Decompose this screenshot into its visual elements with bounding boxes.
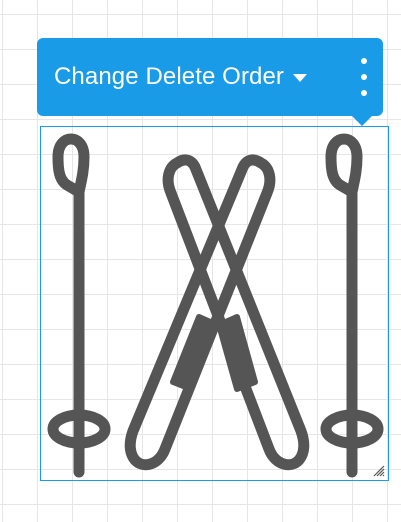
ski-right-icon [162, 154, 310, 471]
element-toolbar: Change Delete Order [37, 38, 383, 126]
binding-right-icon [216, 314, 258, 392]
change-delete-order-menu[interactable]: Change Delete Order [54, 63, 284, 91]
toolbar-pointer [352, 116, 372, 126]
resize-handle-icon[interactable] [373, 465, 385, 477]
caret-down-icon[interactable] [293, 74, 308, 82]
selected-image-element[interactable] [40, 126, 389, 481]
vertical-dots-icon [361, 58, 367, 64]
more-options-button[interactable] [357, 58, 371, 96]
skis-and-poles-icon [47, 133, 384, 478]
